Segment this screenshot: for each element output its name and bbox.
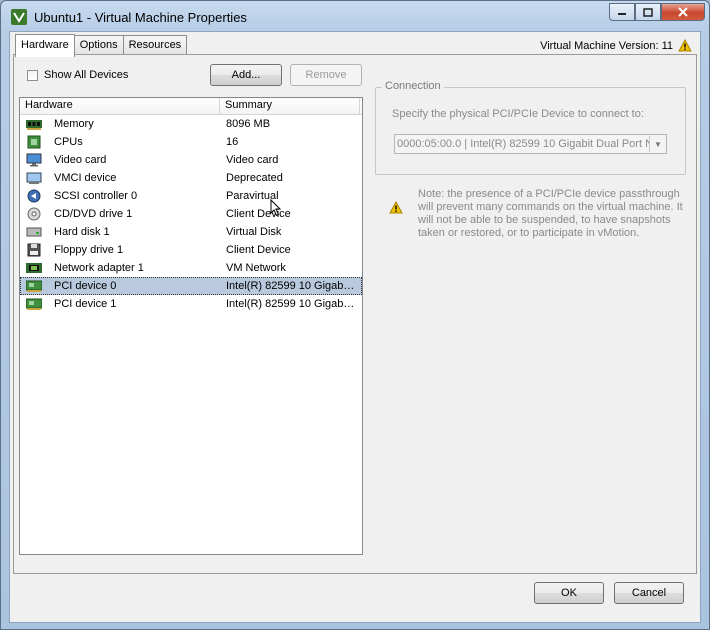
hardware-name: CD/DVD drive 1 — [54, 208, 133, 220]
cancel-button[interactable]: Cancel — [614, 582, 684, 604]
connection-legend: Connection — [382, 80, 444, 92]
hardware-list[interactable]: Hardware Summary Memory 8096 MB CPUs 16 Vide… — [19, 97, 363, 555]
hardware-list-header: Hardware Summary — [20, 98, 362, 115]
summary-cell: Client Device — [226, 208, 291, 220]
summary-cell: Paravirtual — [226, 190, 279, 202]
pci-device-select[interactable]: 0000:05:00.0 | Intel(R) 82599 10 Gigabit… — [394, 134, 667, 154]
hard-disk-icon — [26, 225, 42, 239]
hardware-row[interactable]: Video card Video card — [20, 151, 362, 169]
tab-options[interactable]: Options — [73, 35, 124, 55]
hardware-row[interactable]: VMCI device Deprecated — [20, 169, 362, 187]
cpu-icon — [26, 135, 42, 149]
add-button[interactable]: Add... — [210, 64, 282, 86]
hardware-row[interactable]: Hard disk 1 Virtual Disk — [20, 223, 362, 241]
hardware-cell: VMCI device — [20, 171, 220, 185]
hardware-row[interactable]: CPUs 16 — [20, 133, 362, 151]
chevron-down-icon[interactable]: ▼ — [649, 136, 666, 152]
floppy-icon — [26, 243, 42, 257]
warning-note-icon — [389, 201, 403, 214]
minimize-icon — [618, 13, 626, 15]
hardware-name: PCI device 1 — [54, 298, 117, 310]
vm-version-label: Virtual Machine Version: 11 — [540, 39, 673, 52]
passthrough-note: Note: the presence of a PCI/PCIe device … — [418, 188, 683, 239]
hardware-tab-panel: Show All Devices Add... Remove Hardware … — [13, 54, 697, 574]
summary-cell: Video card — [226, 154, 279, 166]
memory-icon — [26, 117, 42, 131]
hardware-name: SCSI controller 0 — [54, 190, 138, 202]
remove-button[interactable]: Remove — [290, 64, 362, 86]
hardware-row[interactable]: Network adapter 1 VM Network — [20, 259, 362, 277]
summary-cell: Intel(R) 82599 10 Gigabit Dual Port — [226, 298, 356, 310]
vmci-icon — [26, 171, 42, 185]
cd-dvd-icon — [26, 207, 42, 221]
pci-device-icon — [26, 279, 42, 293]
show-all-devices-row[interactable]: Show All Devices — [27, 69, 128, 81]
maximize-icon — [643, 7, 653, 17]
column-header-hardware[interactable]: Hardware — [20, 98, 220, 114]
summary-cell: Virtual Disk — [226, 226, 282, 238]
hardware-cell: CD/DVD drive 1 — [20, 207, 220, 221]
hardware-name: VMCI device — [54, 172, 117, 184]
summary-cell: Client Device — [226, 244, 291, 256]
hardware-cell: CPUs — [20, 135, 220, 149]
hardware-row[interactable]: Floppy drive 1 Client Device — [20, 241, 362, 259]
close-button[interactable] — [661, 3, 705, 21]
hardware-rows: Memory 8096 MB CPUs 16 Video card Video card V… — [20, 115, 362, 313]
hardware-row[interactable]: PCI device 0 Intel(R) 82599 10 Gigabit Du… — [20, 277, 362, 295]
summary-cell: VM Network — [226, 262, 286, 274]
summary-cell: Intel(R) 82599 10 Gigabit Dual Port — [226, 280, 356, 292]
hardware-name: Hard disk 1 — [54, 226, 110, 238]
vm-version: Virtual Machine Version: 11 — [540, 39, 692, 52]
tab-resources[interactable]: Resources — [122, 35, 188, 55]
warning-icon[interactable] — [678, 39, 692, 52]
hardware-row[interactable]: Memory 8096 MB — [20, 115, 362, 133]
mouse-pointer-icon — [270, 199, 282, 217]
hardware-row[interactable]: PCI device 1 Intel(R) 82599 10 Gigabit Du… — [20, 295, 362, 313]
hardware-name: CPUs — [54, 136, 83, 148]
summary-cell: 8096 MB — [226, 118, 271, 130]
close-icon — [678, 7, 688, 17]
summary-cell: 16 — [226, 136, 239, 148]
connection-hint: Specify the physical PCI/PCIe Device to … — [392, 108, 644, 120]
hardware-cell: Floppy drive 1 — [20, 243, 220, 257]
hardware-name: Network adapter 1 — [54, 262, 144, 274]
dialog-client-area: Hardware Options Resources Virtual Machi… — [9, 31, 701, 623]
summary-cell: Deprecated — [226, 172, 283, 184]
hardware-name: Video card — [54, 154, 107, 166]
scsi-controller-icon — [26, 189, 42, 203]
hardware-row[interactable]: SCSI controller 0 Paravirtual — [20, 187, 362, 205]
hardware-row[interactable]: CD/DVD drive 1 Client Device — [20, 205, 362, 223]
show-all-devices-checkbox[interactable] — [27, 69, 38, 81]
maximize-button[interactable] — [635, 3, 661, 21]
minimize-button[interactable] — [609, 3, 635, 21]
ok-button[interactable]: OK — [534, 582, 604, 604]
column-header-summary[interactable]: Summary — [220, 98, 360, 114]
vsphere-logo-icon — [11, 9, 27, 25]
hardware-name: Floppy drive 1 — [54, 244, 124, 256]
hardware-name: Memory — [54, 118, 94, 130]
connection-group: Connection Specify the physical PCI/PCIe… — [375, 80, 686, 175]
show-all-devices-label: Show All Devices — [44, 69, 129, 81]
pci-device-icon — [26, 297, 42, 311]
hardware-cell: Hard disk 1 — [20, 225, 220, 239]
tab-hardware[interactable]: Hardware — [15, 34, 75, 57]
hardware-cell: Network adapter 1 — [20, 261, 220, 275]
monitor-icon — [26, 153, 42, 167]
hardware-name: PCI device 0 — [54, 280, 117, 292]
hardware-cell: Video card — [20, 153, 220, 167]
pci-device-select-value: 0000:05:00.0 | Intel(R) 82599 10 Gigabit… — [397, 138, 649, 150]
hardware-cell: PCI device 0 — [20, 279, 220, 293]
title-bar[interactable]: Ubuntu1 - Virtual Machine Properties — [1, 1, 709, 33]
hardware-cell: PCI device 1 — [20, 297, 220, 311]
hardware-cell: SCSI controller 0 — [20, 189, 220, 203]
hardware-cell: Memory — [20, 117, 220, 131]
network-adapter-icon — [26, 261, 42, 275]
properties-window: Ubuntu1 - Virtual Machine Properties Har… — [0, 0, 710, 630]
window-title: Ubuntu1 - Virtual Machine Properties — [34, 10, 247, 25]
